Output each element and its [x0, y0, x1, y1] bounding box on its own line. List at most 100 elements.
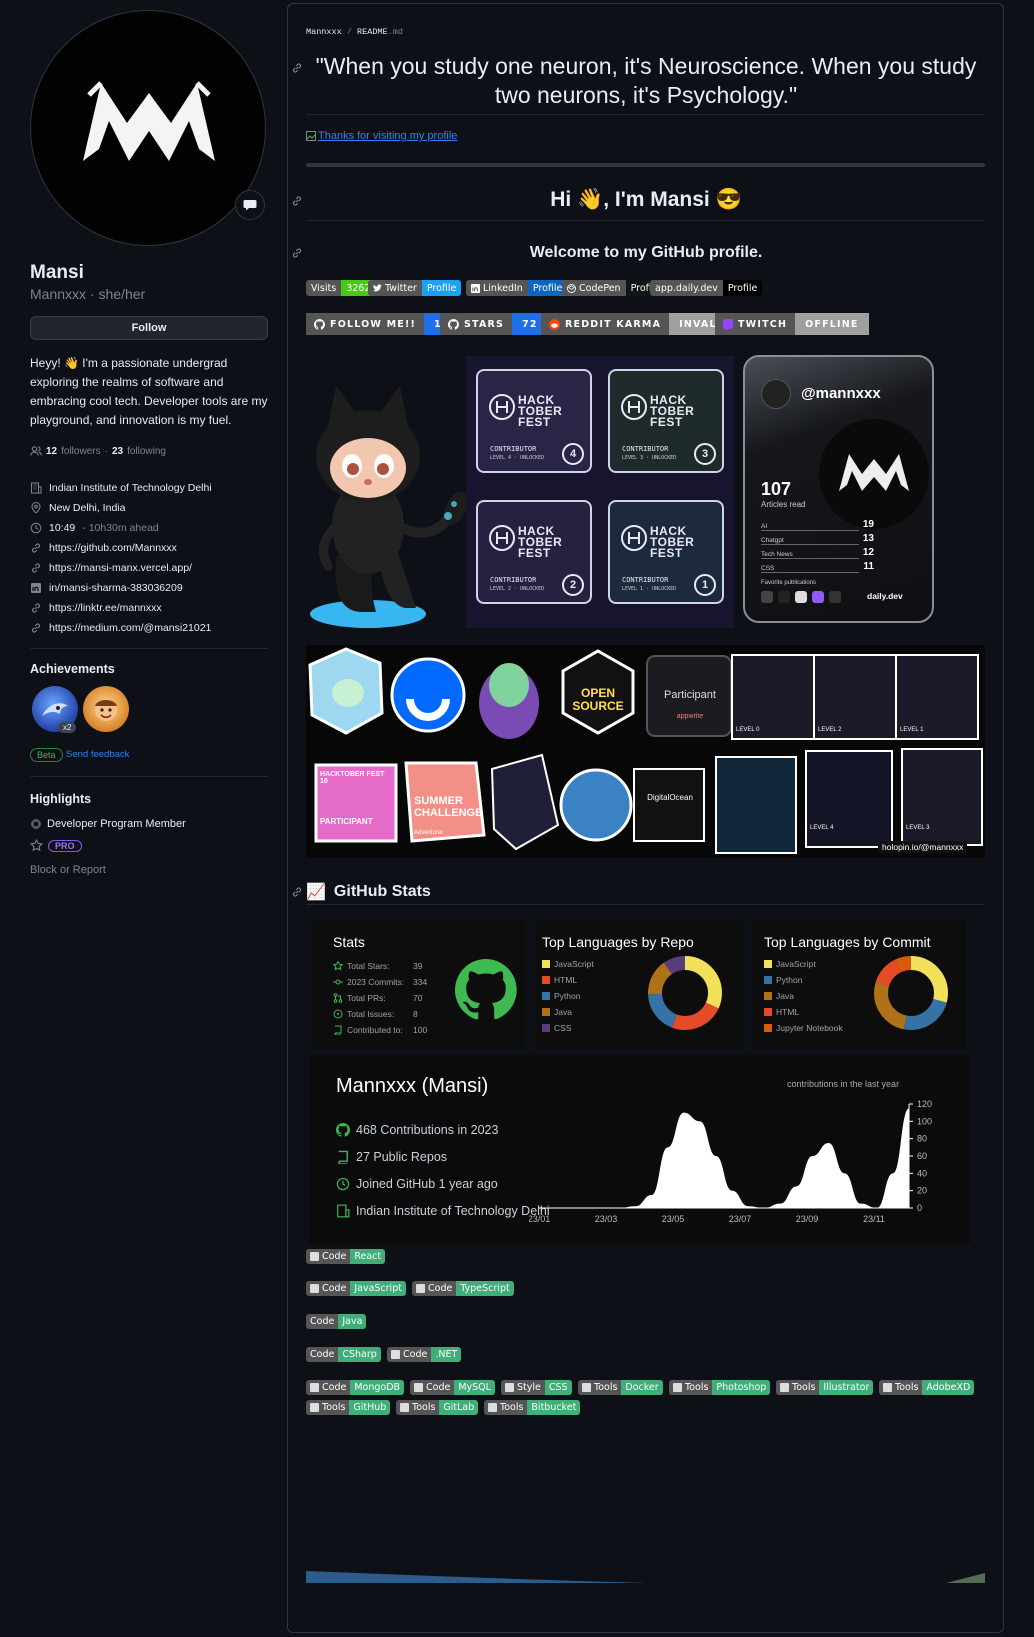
- tag-row: AI 19: [761, 517, 874, 531]
- send-feedback-link[interactable]: Send feedback: [66, 749, 129, 760]
- badge-label: Tools: [895, 1382, 919, 1393]
- followers-count[interactable]: 12: [46, 446, 57, 457]
- contributions-area: [539, 1108, 909, 1208]
- badge-label: Tools: [594, 1382, 618, 1393]
- linkedin-item[interactable]: in/mansi-sharma-383036209: [30, 578, 212, 598]
- contributor-label: CONTRIBUTOR: [622, 576, 669, 584]
- hacktoberfest10-sticker-text: HACKTOBER FEST 10: [320, 771, 385, 785]
- thanks-link[interactable]: Thanks for visiting my profile: [306, 130, 457, 142]
- developer-program-item[interactable]: Developer Program Member: [30, 818, 186, 830]
- csharp-badge[interactable]: Code CSharp: [306, 1347, 381, 1362]
- mongodb-badge[interactable]: Code MongoDB: [306, 1380, 405, 1395]
- block-report-link[interactable]: Block or Report: [30, 864, 106, 876]
- mysql-badge[interactable]: Code MySQL: [410, 1380, 495, 1395]
- avatar[interactable]: [30, 10, 266, 246]
- link-text[interactable]: in/mansi-sharma-383036209: [49, 582, 183, 594]
- link-item[interactable]: https://github.com/Mannxxx: [30, 538, 212, 558]
- hacktoberfest-level-badge[interactable]: HACK TOBER FEST CONTRIBUTOR LEVEL 2 · UNLO…: [476, 500, 592, 604]
- badge-value: Illustrator: [819, 1380, 874, 1395]
- linkedin-icon: [471, 283, 480, 293]
- badge-label-wrap: Code: [306, 1314, 339, 1329]
- breadcrumb-user[interactable]: Mannxxx: [306, 27, 342, 37]
- time-ahead: - 10h30m ahead: [82, 522, 159, 534]
- follow-button[interactable]: Follow: [30, 316, 268, 340]
- thanks-link-text[interactable]: Thanks for visiting my profile: [318, 130, 457, 142]
- heading-rule: [306, 114, 985, 115]
- twitter-badge[interactable]: Twitter Profile: [368, 280, 462, 296]
- twitch-badge[interactable]: TWITCH OFFLINE: [715, 313, 869, 335]
- stars-badge[interactable]: STARS 72: [440, 313, 548, 335]
- developer-program-text[interactable]: Developer Program Member: [47, 818, 186, 830]
- github-stats-title: GitHub Stats: [333, 883, 431, 900]
- chart-emoji-icon: 📈: [306, 884, 326, 901]
- follow-me-badge[interactable]: FOLLOW ME!!12: [306, 313, 460, 335]
- java-badge[interactable]: Code Java: [306, 1314, 367, 1329]
- css-badge[interactable]: Style CSS: [501, 1380, 572, 1395]
- anchor-link-icon[interactable]: [291, 886, 303, 898]
- repo-icon: [338, 1150, 348, 1164]
- github-icon: [314, 318, 325, 330]
- hacktoberfest-level-badge[interactable]: HACK TOBER FEST CONTRIBUTOR LEVEL 1 · UNLO…: [608, 500, 724, 604]
- profile-bio: Heyy! 👋 I'm a passionate undergrad explo…: [30, 356, 268, 427]
- stat-value: 8: [413, 1009, 418, 1019]
- dailydev-card[interactable]: @mannxxx 107 Articles read AI 19 Chatgpt 1…: [743, 355, 934, 623]
- followers-link[interactable]: followers: [61, 446, 100, 457]
- top-languages-commit-title: Top Languages by Commit: [764, 934, 931, 950]
- activity-card: Mannxxx (Mansi) 468 Contributions in 202…: [309, 1055, 970, 1245]
- hacktoberfest-level-badge[interactable]: HACK TOBER FEST CONTRIBUTOR LEVEL 3 · UNLO…: [608, 369, 724, 473]
- badge-label: STARS: [464, 318, 505, 330]
- top-languages-repo-card: Top Languages by Repo JavaScript HTML Py…: [535, 919, 743, 1049]
- following-count[interactable]: 23: [112, 446, 123, 457]
- horizontal-rule: [306, 163, 985, 167]
- link-text[interactable]: https://github.com/Mannxxx: [49, 542, 177, 554]
- badge-label-wrap: Code: [306, 1347, 339, 1362]
- gitlab-icon: [400, 1403, 409, 1412]
- badge-label-wrap: CodePen: [562, 280, 626, 296]
- anchor-link-icon[interactable]: [291, 247, 303, 259]
- visits-badge[interactable]: Visits 3262: [306, 280, 376, 296]
- digitalocean-text: DigitalOcean: [647, 793, 693, 802]
- badge-label-wrap: Code: [410, 1380, 455, 1395]
- javascript-badge[interactable]: Code JavaScript: [306, 1281, 406, 1296]
- link-text[interactable]: https://mansi-manx.vercel.app/: [49, 562, 192, 574]
- docker-badge[interactable]: Tools Docker: [578, 1380, 663, 1395]
- achievement-badge-yolo[interactable]: [83, 686, 129, 732]
- status-emoji-button[interactable]: [235, 190, 265, 220]
- anchor-link-icon[interactable]: [291, 62, 303, 74]
- gitlab-badge[interactable]: Tools GitLab: [396, 1400, 479, 1415]
- x-tick-label: 23/05: [662, 1214, 685, 1224]
- achievements-title[interactable]: Achievements: [30, 662, 115, 676]
- adobexd-badge[interactable]: Tools AdobeXD: [879, 1380, 975, 1395]
- badge-value: GitHub: [349, 1400, 391, 1415]
- tag-row: Chatgpt 13: [761, 531, 874, 545]
- dailydev-badge[interactable]: app.daily.dev Profile: [650, 280, 763, 296]
- linkedin-badge[interactable]: LinkedIn Profile: [466, 280, 568, 296]
- level-label: LEVEL 3 · UNLOCKED: [622, 455, 677, 461]
- photoshop-badge[interactable]: Tools Photoshop: [669, 1380, 771, 1395]
- language-name: Java: [554, 1007, 572, 1017]
- bitbucket-badge[interactable]: Tools Bitbucket: [484, 1400, 581, 1415]
- link-text[interactable]: https://linktr.ee/mannxxx: [49, 602, 162, 614]
- illustrator-badge[interactable]: Tools Illustrator: [776, 1380, 874, 1395]
- reddit-icon: [549, 318, 560, 330]
- following-link[interactable]: following: [127, 446, 166, 457]
- hacktoberfest-badges: HACK TOBER FEST CONTRIBUTOR LEVEL 4 · UNLO…: [466, 356, 734, 628]
- react-badge[interactable]: Code React: [306, 1249, 386, 1264]
- tag-row: CSS 11: [761, 559, 874, 573]
- contributions-chart: 23/01 23/03 23/05 23/07 23/09 23/11 0 20 40 60 80 1…: [529, 1099, 932, 1224]
- link-item[interactable]: https://mansi-manx.vercel.app/: [30, 558, 212, 578]
- reddit-karma-badge[interactable]: REDDIT KARMA INVALID: [541, 313, 741, 335]
- link-item[interactable]: https://linktr.ee/mannxxx: [30, 598, 212, 618]
- x-tick-label: 23/03: [595, 1214, 618, 1224]
- anchor-link-icon[interactable]: [291, 195, 303, 207]
- link-item[interactable]: https://medium.com/@mansi21021: [30, 618, 212, 638]
- net-badge[interactable]: Code .NET: [387, 1347, 462, 1362]
- badge-label-wrap: Code: [306, 1380, 351, 1395]
- contributor-label: CONTRIBUTOR: [490, 445, 537, 453]
- github-badge[interactable]: Tools GitHub: [306, 1400, 391, 1415]
- holopin-board[interactable]: OPEN SOURCE Participant appwrite HACKTOB…: [306, 645, 985, 858]
- hacktoberfest-level-badge[interactable]: HACK TOBER FEST CONTRIBUTOR LEVEL 4 · UNLO…: [476, 369, 592, 473]
- link-text[interactable]: https://medium.com/@mansi21021: [49, 622, 211, 634]
- typescript-badge[interactable]: Code TypeScript: [412, 1281, 514, 1296]
- holopin-credit: holopin.io/@mannxxx: [878, 841, 968, 853]
